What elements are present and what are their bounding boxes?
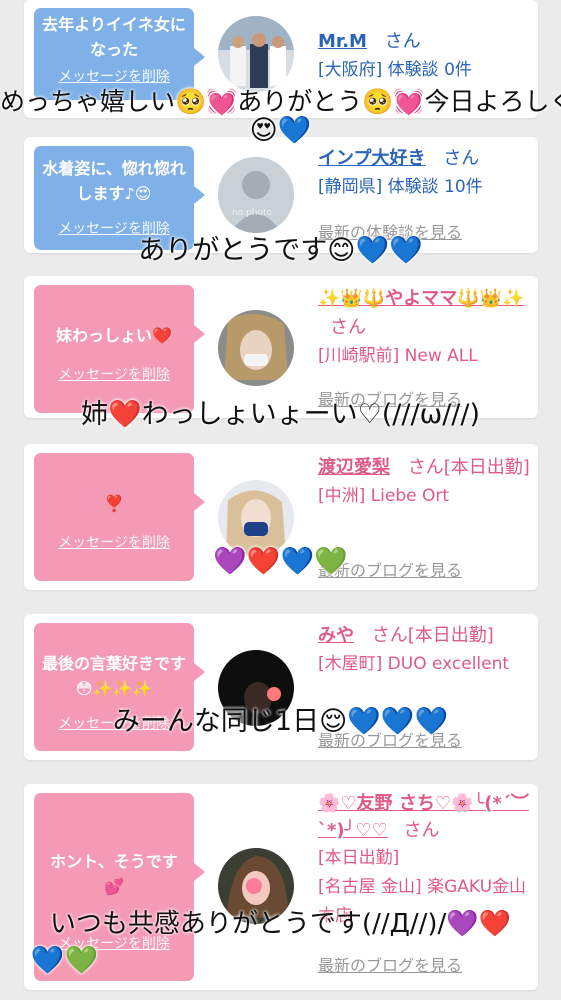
honorific: さん[本日出勤]: [371, 625, 494, 646]
overlay-caption: 姉❤️わっしょいょーい♡(///ω///): [80, 399, 481, 430]
user-name-link[interactable]: ✨👑🔱やよママ🔱👑✨: [318, 288, 524, 309]
user-location: [静岡県] 体験談 10件: [318, 177, 483, 197]
avatar[interactable]: no photo: [218, 157, 294, 233]
message-text: 去年よりイイネ女になった: [42, 15, 186, 59]
user-name-link[interactable]: 渡辺愛梨: [318, 457, 390, 478]
user-location: [中洲] Liebe Ort: [318, 486, 450, 506]
delete-message-link[interactable]: メッセージを削除: [58, 364, 170, 384]
honorific: さん: [403, 820, 440, 841]
delete-message-link[interactable]: メッセージを削除: [58, 66, 170, 86]
overlay-caption: みーんな同じ1日😌💙💙💙: [112, 706, 449, 737]
message-text: 水着姿に、惚れ惚れします♪😍: [42, 159, 186, 203]
user-name-link[interactable]: みや: [318, 625, 354, 646]
overlay-caption: 💜❤️💙💚: [213, 546, 348, 577]
user-location: [木屋町] DUO excellent: [318, 654, 510, 674]
message-card: 妹わっしょい❤️ メッセージを削除 ✨👑🔱やよママ🔱👑✨ さん [川崎駅前] N…: [24, 276, 538, 418]
overlay-caption: 😍💙: [249, 115, 312, 146]
avatar[interactable]: [218, 16, 294, 92]
message-bubble: 妹わっしょい❤️ メッセージを削除: [34, 285, 205, 413]
user-info: 渡辺愛梨 さん[本日出勤] [中洲] Liebe Ort: [318, 453, 530, 511]
message-text: ❣️: [104, 494, 124, 513]
user-name-link[interactable]: インプ大好き: [318, 148, 425, 169]
user-location: [川崎駅前] New ALL: [318, 346, 478, 366]
honorific: さん[本日出勤]: [407, 457, 530, 478]
message-text: ホント、そうです💕: [50, 852, 178, 896]
user-name-link[interactable]: Mr.M: [318, 31, 367, 52]
user-info: インプ大好き さん [静岡県] 体験談 10件: [318, 144, 530, 202]
user-info: Mr.M さん [大阪府] 体験談 0件: [318, 27, 530, 85]
user-location: [大阪府] 体験談 0件: [318, 60, 472, 80]
user-info: みや さん[本日出勤] [木屋町] DUO excellent: [318, 621, 530, 679]
message-text: 妹わっしょい❤️: [56, 326, 172, 345]
overlay-caption: いつも共感ありがとうです(//Д//)/💜❤️: [49, 909, 512, 939]
user-info: ✨👑🔱やよママ🔱👑✨ さん [川崎駅前] New ALL: [318, 284, 530, 371]
overlay-caption: 💙💚: [30, 945, 99, 976]
message-text: 最後の言葉好きです😳✨✨✨: [42, 654, 187, 698]
overlay-caption: ありがとうです😊💙💙: [138, 235, 423, 266]
avatar-placeholder-text: no photo: [232, 208, 273, 218]
honorific: さん: [384, 31, 421, 52]
user-status: [本日出勤]: [318, 848, 400, 868]
honorific: さん: [443, 148, 480, 169]
honorific: さん: [330, 317, 366, 338]
avatar[interactable]: [218, 310, 294, 386]
